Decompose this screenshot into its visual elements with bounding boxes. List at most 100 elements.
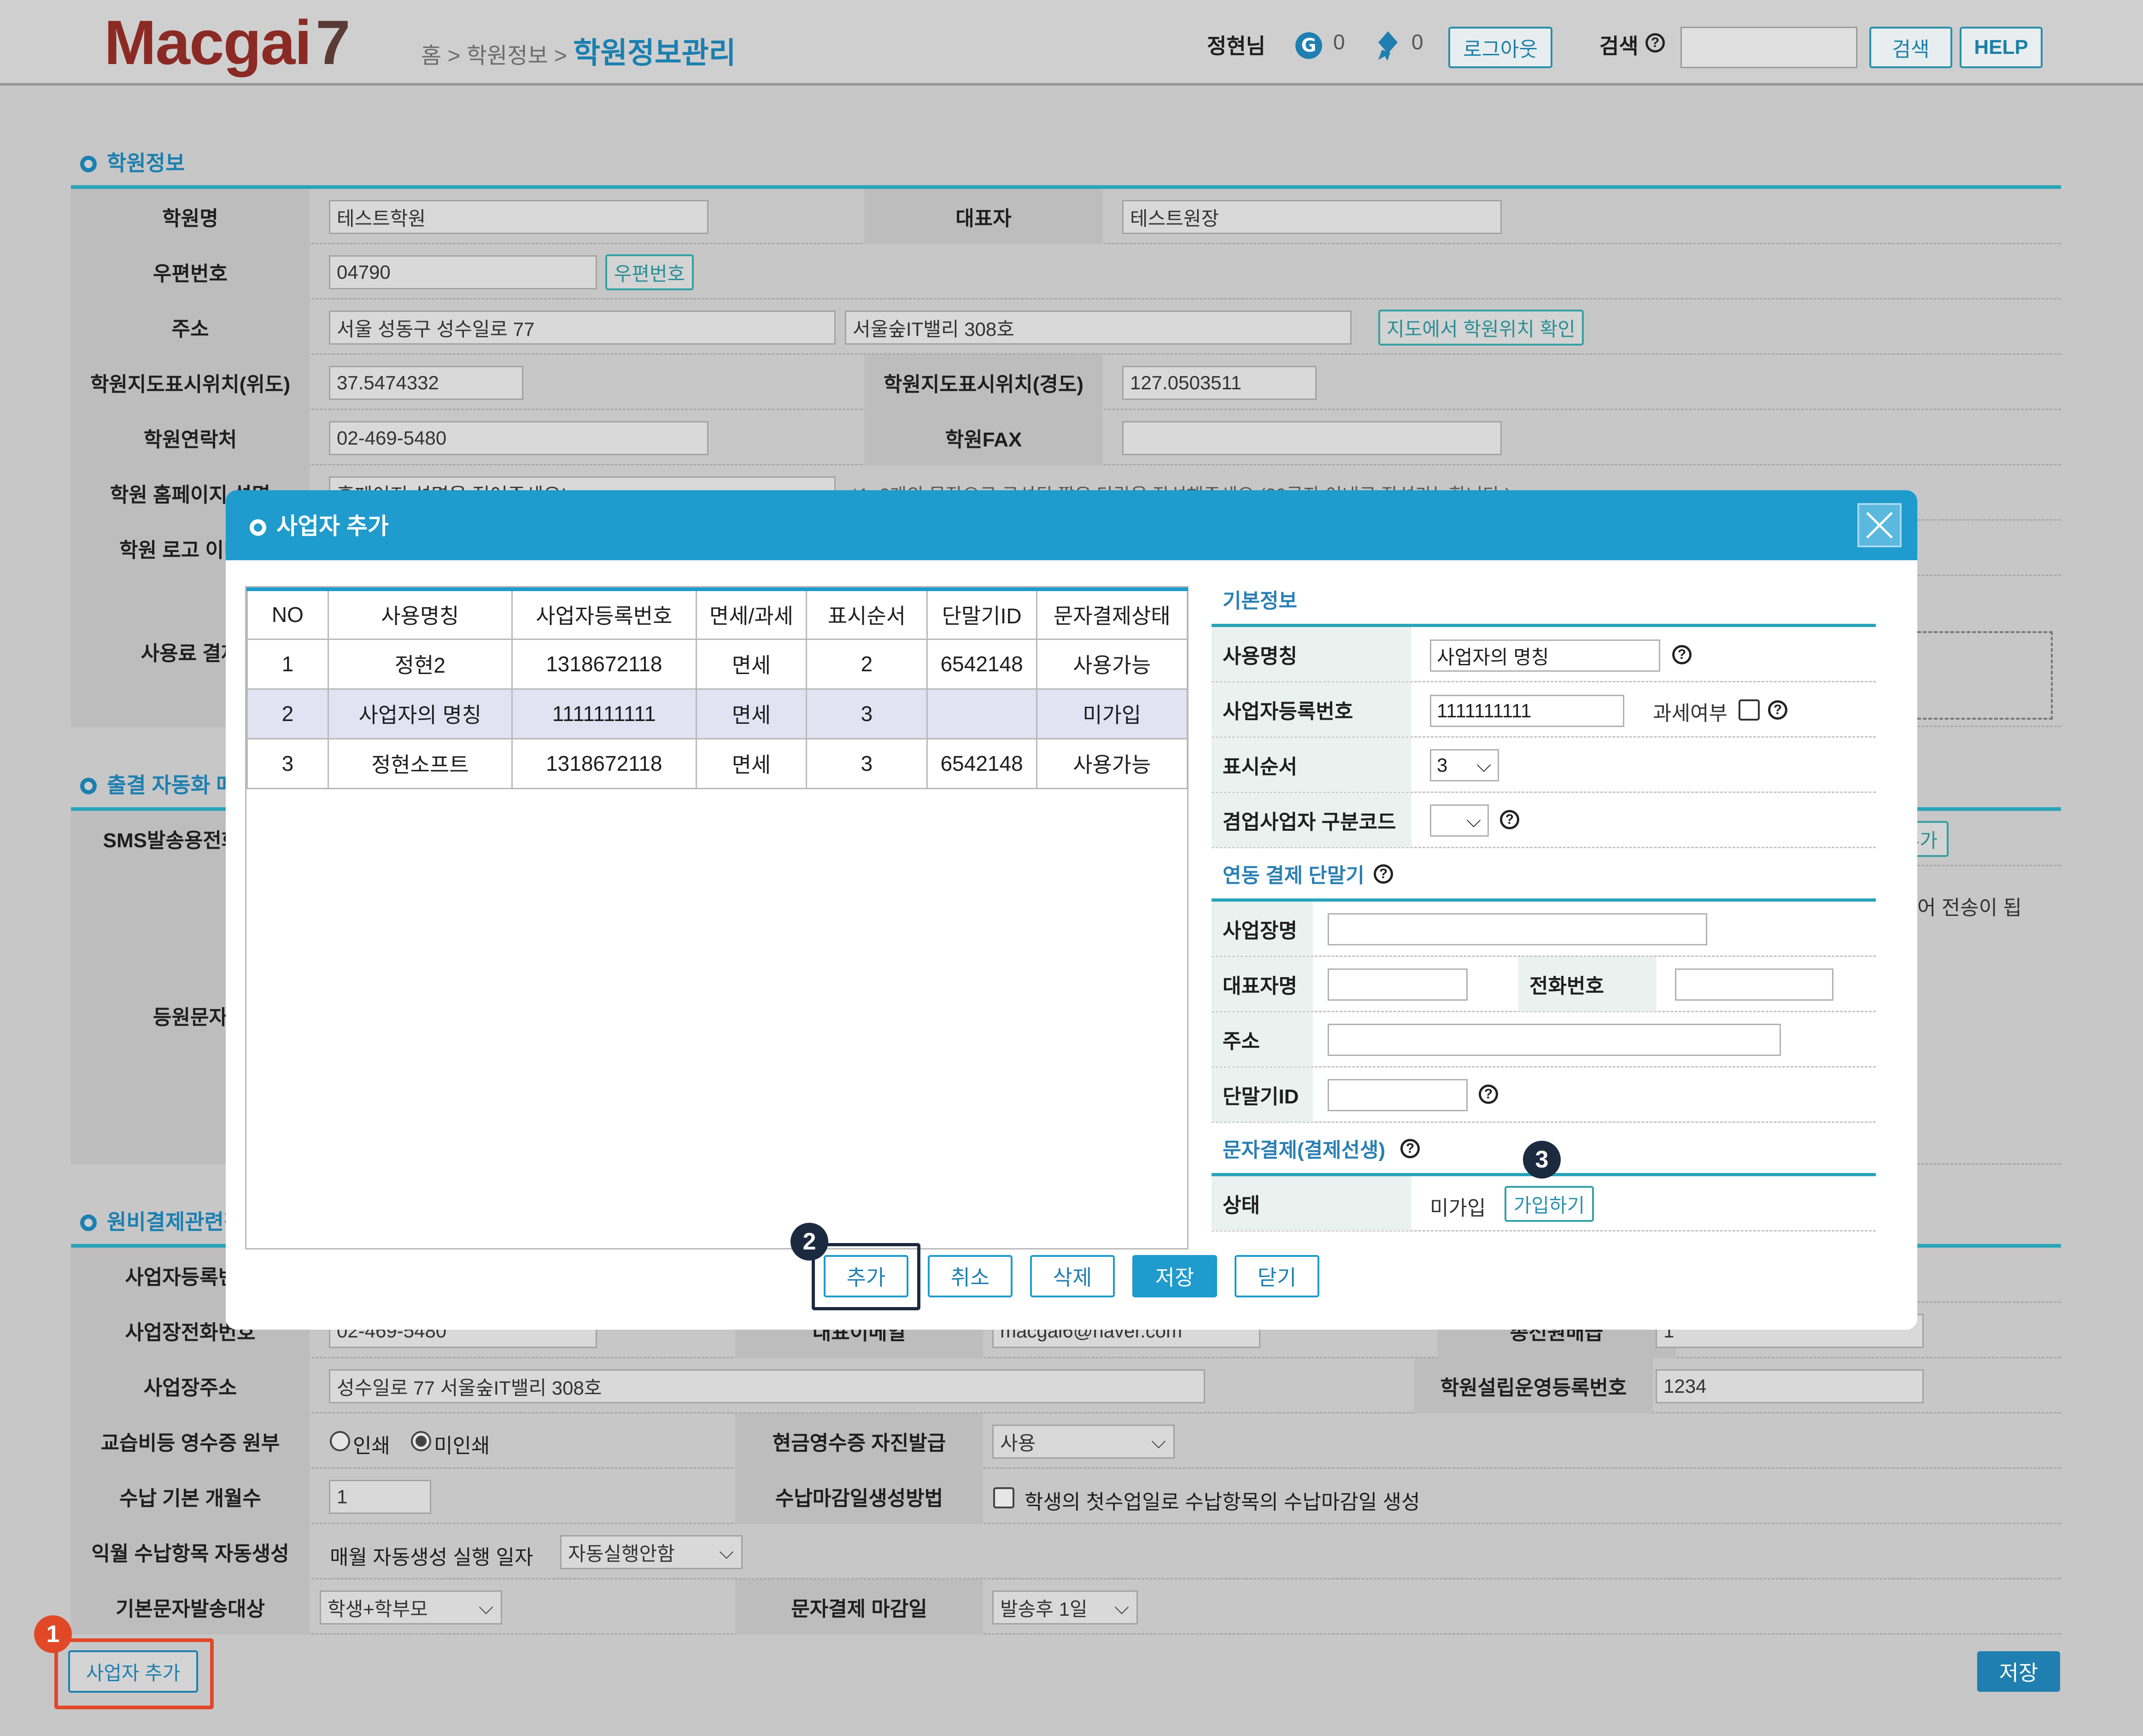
label-zipcode: 우편번호 [71, 244, 310, 299]
academy-phone-input[interactable]: 02-469-5480 [329, 421, 708, 455]
label-academy-phone: 학원연락처 [71, 410, 310, 465]
table-cell: 미가입 [1036, 688, 1189, 739]
receipt-noprint-radio[interactable] [411, 1431, 431, 1451]
terminal-address-input[interactable] [1328, 1024, 1781, 1056]
months-input[interactable]: 1 [329, 1480, 431, 1514]
latitude-input[interactable]: 37.5474332 [329, 366, 523, 400]
biz-address-input[interactable]: 성수일로 77 서울숲IT밸리 308호 [329, 1369, 1205, 1403]
sms-payment-section: 문자결제(결제선생) [1223, 1139, 1386, 1161]
column-header: 사업자등록번호 [511, 587, 697, 640]
modal-delete-button[interactable]: 삭제 [1030, 1255, 1115, 1297]
rep-name-input[interactable] [1328, 968, 1468, 1001]
app-logo[interactable]: Macgai7 [104, 6, 351, 78]
column-header: 사용명칭 [327, 587, 513, 640]
top-header: Macgai7 홈 > 학원정보 > 학원정보관리 정현님 G 0 0 로그아웃… [0, 0, 2143, 86]
table-row[interactable]: 1 정현2 1318672118 면세 2 6542148 사용가능 [246, 638, 1189, 690]
receipt-print-label: 인쇄 [353, 1435, 390, 1457]
modal-cancel-button[interactable]: 취소 [928, 1255, 1013, 1297]
chevron-down-icon: ⌵ [719, 1541, 734, 1563]
table-cell: 6542148 [926, 638, 1037, 690]
tax-label: 과세여부 [1653, 702, 1727, 725]
modal-save-button[interactable]: 저장 [1132, 1255, 1217, 1297]
join-button[interactable]: 가입하기 [1505, 1186, 1594, 1222]
section-academy-info: 학원정보 [80, 147, 185, 177]
label-academy-name: 학원명 [71, 189, 310, 244]
table-cell: 면세 [695, 738, 808, 789]
step-badge-2: 2 [790, 1223, 828, 1261]
address-input[interactable]: 서울 성동구 성수일로 77 [329, 311, 836, 345]
help-circle-icon[interactable]: ? [1645, 33, 1665, 53]
help-circle-icon[interactable]: ? [1400, 1139, 1420, 1158]
due-method-checkbox[interactable] [993, 1487, 1014, 1508]
section-rule [1212, 898, 1876, 902]
modal-close-button[interactable] [1857, 503, 1902, 547]
help-circle-icon[interactable]: ? [1768, 700, 1787, 720]
search-label: 검색 [1599, 34, 1639, 58]
display-order-select[interactable]: 3 ⌵ [1430, 749, 1499, 781]
sub-business-code-select[interactable]: ⌵ [1430, 804, 1489, 837]
registration-input[interactable]: 1234 [1656, 1369, 1924, 1403]
help-circle-icon[interactable]: ? [1479, 1085, 1498, 1104]
page-title: 학원정보관리 [573, 36, 736, 70]
column-header: 표시순서 [806, 587, 928, 640]
search-button[interactable]: 검색 [1869, 27, 1952, 68]
use-name-input[interactable]: 사업자의 명칭 [1430, 639, 1660, 672]
cash-receipt-select[interactable]: 사용 ⌵ [992, 1425, 1175, 1459]
table-cell: 6542148 [926, 738, 1037, 789]
sms-due-select[interactable]: 발송후 1일 ⌵ [992, 1590, 1138, 1625]
column-header: 면세/과세 [695, 587, 808, 640]
zipcode-input[interactable]: 04790 [329, 255, 597, 289]
highlight-box-2 [812, 1243, 920, 1310]
zipcode-button[interactable]: 우편번호 [605, 254, 694, 290]
table-cell: 정현2 [327, 638, 513, 690]
auto-generate-text: 매월 자동생성 실행 일자 [330, 1546, 533, 1569]
table-row[interactable]: 2 사업자의 명칭 1111111111 면세 3 미가입 [246, 688, 1189, 739]
table-cell: 1 [246, 638, 329, 690]
label-cash-receipt: 현금영수증 자진발급 [735, 1413, 983, 1469]
receipt-noprint-label: 미인쇄 [434, 1435, 490, 1457]
chevron-down-icon: ⌵ [1476, 754, 1491, 776]
tel-input[interactable] [1675, 968, 1833, 1001]
label-status: 상태 [1212, 1176, 1411, 1231]
map-location-button[interactable]: 지도에서 학원위치 확인 [1378, 310, 1584, 346]
table-cell: 1318672118 [511, 738, 697, 789]
shop-name-input[interactable] [1328, 913, 1707, 945]
table-cell: 면세 [695, 688, 808, 739]
breadcrumb-home[interactable]: 홈 [421, 44, 441, 68]
table-cell: 1111111111 [511, 688, 697, 739]
receipt-print-radio[interactable] [330, 1431, 350, 1451]
modal-close-text-button[interactable]: 닫기 [1235, 1255, 1319, 1297]
label-shop-name: 사업장명 [1212, 902, 1313, 956]
terminal-id-input[interactable] [1328, 1079, 1468, 1111]
tax-checkbox[interactable] [1739, 699, 1760, 721]
table-cell: 사용가능 [1036, 638, 1189, 690]
label-biz-address: 사업장주소 [71, 1358, 310, 1413]
help-circle-icon[interactable]: ? [1672, 645, 1692, 664]
breadcrumb-academy-info[interactable]: 학원정보 [467, 44, 548, 68]
logout-button[interactable]: 로그아웃 [1448, 27, 1552, 68]
longitude-input[interactable]: 127.0503511 [1122, 366, 1317, 400]
biz-reg-number-input[interactable]: 1111111111 [1430, 695, 1624, 727]
save-button[interactable]: 저장 [1977, 1651, 2060, 1692]
modal-title: 사업자 추가 [250, 508, 389, 541]
representative-input[interactable]: 테스트원장 [1122, 200, 1502, 234]
label-sub-business-code: 겸업사업자 구분코드 [1212, 793, 1411, 847]
table-cell: 3 [806, 738, 928, 789]
column-header: 단말기ID [926, 587, 1037, 640]
help-button[interactable]: HELP [1960, 27, 2043, 68]
table-row[interactable]: 3 정현소프트 1318672118 면세 3 6542148 사용가능 [246, 738, 1189, 789]
label-registration: 학원설립운영등록번호 [1414, 1358, 1653, 1413]
table-cell: 2 [806, 638, 928, 690]
table-cell: 사업자의 명칭 [327, 688, 513, 739]
search-input[interactable] [1680, 27, 1857, 68]
help-circle-icon[interactable]: ? [1374, 864, 1393, 884]
help-circle-icon[interactable]: ? [1500, 810, 1519, 829]
academy-name-input[interactable]: 테스트학원 [329, 200, 708, 234]
label-longitude: 학원지도표시위치(경도) [864, 355, 1103, 410]
due-method-text: 학생의 첫수업일로 수납항목의 수납마감일 생성 [1025, 1491, 1420, 1513]
sms-target-select[interactable]: 학생+학부모 ⌵ [320, 1590, 502, 1625]
coin-icon: G [1295, 32, 1322, 59]
address-detail-input[interactable]: 서울숲IT밸리 308호 [845, 311, 1352, 345]
academy-fax-input[interactable] [1122, 421, 1502, 455]
auto-generate-select[interactable]: 자동실행안함 ⌵ [560, 1535, 743, 1569]
